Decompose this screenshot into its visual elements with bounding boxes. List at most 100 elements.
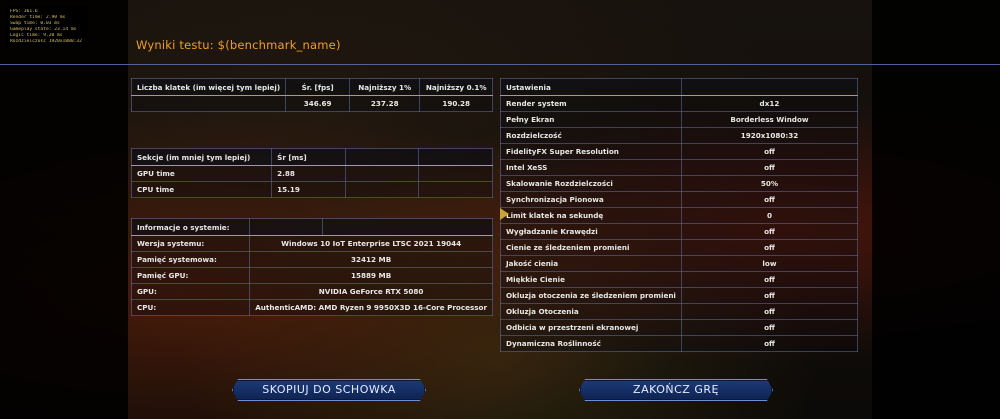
section-label: GPU time bbox=[130, 165, 273, 182]
setting-value: low bbox=[680, 255, 859, 272]
setting-label: Okluzja Otoczenia bbox=[500, 303, 682, 320]
table-header-row: Ustawienia bbox=[500, 78, 859, 96]
setting-value: 50% bbox=[680, 175, 859, 192]
section-empty bbox=[418, 165, 493, 182]
setting-value: off bbox=[680, 143, 859, 160]
table-row: 346.69 237.28 190.28 bbox=[130, 95, 493, 112]
sections-header-avg: Śr [ms] bbox=[271, 148, 346, 166]
setting-value: 1920x1080:32 bbox=[680, 127, 859, 144]
setting-value: off bbox=[680, 303, 859, 320]
section-value: 15.19 bbox=[271, 181, 346, 198]
system-value: 32412 MB bbox=[249, 251, 493, 268]
quit-game-button[interactable]: ZAKOŃCZ GRĘ bbox=[579, 379, 773, 401]
table-row: Pamięć GPU: 15889 MB bbox=[130, 267, 493, 284]
table-row: CPU: AuthenticAMD: AMD Ryzen 9 9950X3D 1… bbox=[130, 299, 493, 316]
table-row: Skalowanie Rozdzielczości 50% bbox=[500, 175, 859, 192]
system-value: 15889 MB bbox=[249, 267, 493, 284]
setting-value: dx12 bbox=[680, 95, 859, 112]
setting-label: Wygładzanie Krawędzi bbox=[500, 223, 682, 240]
section-empty bbox=[418, 181, 493, 198]
table-row: CPU time 15.19 bbox=[130, 181, 493, 198]
setting-label: FidelityFX Super Resolution bbox=[500, 143, 682, 160]
setting-value: 0 bbox=[680, 207, 859, 224]
section-label: CPU time bbox=[130, 181, 273, 198]
table-row: Odbicia w przestrzeni ekranowej off bbox=[500, 319, 859, 336]
setting-value: Borderless Window bbox=[680, 111, 859, 128]
setting-label: Synchronizacja Pionowa bbox=[500, 191, 682, 208]
system-value: AuthenticAMD: AMD Ryzen 9 9950X3D 16-Cor… bbox=[249, 299, 493, 316]
table-row: Miękkie Cienie off bbox=[500, 271, 859, 288]
table-row: GPU: NVIDIA GeForce RTX 5080 bbox=[130, 283, 493, 300]
system-value: Windows 10 IoT Enterprise LTSC 2021 1904… bbox=[249, 235, 493, 252]
table-row: Okluzja Otoczenia off bbox=[500, 303, 859, 320]
sections-table: Sekcje (im mniej tym lepiej) Śr [ms] GPU… bbox=[130, 148, 493, 198]
system-label: CPU: bbox=[130, 299, 251, 316]
table-row: Cienie ze śledzeniem promieni off bbox=[500, 239, 859, 256]
fps-table: Liczba klatek (im więcej tym lepiej) Śr.… bbox=[130, 78, 493, 112]
mouse-cursor-icon bbox=[500, 208, 509, 220]
setting-value: off bbox=[680, 271, 859, 288]
table-header-row: Sekcje (im mniej tym lepiej) Śr [ms] bbox=[130, 148, 493, 166]
system-label: Pamięć GPU: bbox=[130, 267, 251, 284]
system-label: Wersja systemu: bbox=[130, 235, 251, 252]
title-divider bbox=[0, 64, 1000, 65]
fps-row-label bbox=[130, 95, 287, 112]
section-empty bbox=[344, 165, 420, 182]
table-row: Jakość cienia low bbox=[500, 255, 859, 272]
left-dark-panel bbox=[0, 0, 128, 419]
section-value: 2.88 bbox=[271, 165, 346, 182]
overlay-line: Rozdzielczość 1920x1080:32 bbox=[10, 39, 82, 44]
fps-header-low01: Najniższy 0.1% bbox=[419, 78, 493, 96]
setting-label: Odbicia w przestrzeni ekranowej bbox=[500, 319, 682, 336]
setting-label: Cienie ze śledzeniem promieni bbox=[500, 239, 682, 256]
table-row: Wygładzanie Krawędzi off bbox=[500, 223, 859, 240]
setting-label: Miękkie Cienie bbox=[500, 271, 682, 288]
sections-header-label: Sekcje (im mniej tym lepiej) bbox=[130, 148, 273, 166]
table-row: Okluzja otoczenia ze śledzeniem promieni… bbox=[500, 287, 859, 304]
table-row: GPU time 2.88 bbox=[130, 165, 493, 182]
fps-header-label: Liczba klatek (im więcej tym lepiej) bbox=[130, 78, 287, 96]
fps-header-avg: Śr. [fps] bbox=[285, 78, 351, 96]
fps-avg-value: 346.69 bbox=[285, 95, 351, 112]
table-row: Wersja systemu: Windows 10 IoT Enterpris… bbox=[130, 235, 493, 252]
copy-to-clipboard-button[interactable]: SKOPIUJ DO SCHOWKA bbox=[232, 379, 426, 401]
table-row: Rozdzielczość 1920x1080:32 bbox=[500, 127, 859, 144]
table-row: Synchronizacja Pionowa off bbox=[500, 191, 859, 208]
system-header-empty bbox=[249, 218, 324, 236]
setting-label: Intel XeSS bbox=[500, 159, 682, 176]
setting-value: off bbox=[680, 335, 859, 352]
setting-value: off bbox=[680, 223, 859, 240]
setting-label: Dynamiczna Roślinność bbox=[500, 335, 682, 352]
setting-value: off bbox=[680, 191, 859, 208]
right-dark-panel bbox=[872, 0, 1000, 419]
fps-low1-value: 237.28 bbox=[349, 95, 421, 112]
table-row: Limit klatek na sekundę 0 bbox=[500, 207, 859, 224]
setting-value: off bbox=[680, 287, 859, 304]
settings-header-empty bbox=[680, 78, 859, 96]
setting-label: Pełny Ekran bbox=[500, 111, 682, 128]
settings-table: Ustawienia Render system dx12 Pełny Ekran… bbox=[500, 78, 859, 352]
settings-header-label: Ustawienia bbox=[500, 78, 682, 96]
page-title: Wyniki testu: $(benchmark_name) bbox=[136, 38, 341, 52]
system-header-label: Informacje o systemie: bbox=[130, 218, 251, 236]
table-row: Pamięć systemowa: 32412 MB bbox=[130, 251, 493, 268]
section-empty bbox=[344, 181, 420, 198]
fps-header-low1: Najniższy 1% bbox=[349, 78, 421, 96]
system-header-empty bbox=[322, 218, 493, 236]
system-value: NVIDIA GeForce RTX 5080 bbox=[249, 283, 493, 300]
setting-label: Rozdzielczość bbox=[500, 127, 682, 144]
setting-label: Jakość cienia bbox=[500, 255, 682, 272]
setting-value: off bbox=[680, 239, 859, 256]
setting-value: off bbox=[680, 159, 859, 176]
sections-header-empty bbox=[344, 148, 420, 166]
table-row: FidelityFX Super Resolution off bbox=[500, 143, 859, 160]
table-header-row: Liczba klatek (im więcej tym lepiej) Śr.… bbox=[130, 78, 493, 96]
table-header-row: Informacje o systemie: bbox=[130, 218, 493, 236]
table-row: Render system dx12 bbox=[500, 95, 859, 112]
setting-label: Limit klatek na sekundę bbox=[500, 207, 682, 224]
setting-label: Okluzja otoczenia ze śledzeniem promieni bbox=[500, 287, 682, 304]
table-row: Intel XeSS off bbox=[500, 159, 859, 176]
system-info-table: Informacje o systemie: Wersja systemu: W… bbox=[130, 218, 493, 316]
fps-low01-value: 190.28 bbox=[419, 95, 493, 112]
performance-overlay: FPS: 361.6 Render time: 2.90 ms Swap tim… bbox=[6, 6, 88, 48]
